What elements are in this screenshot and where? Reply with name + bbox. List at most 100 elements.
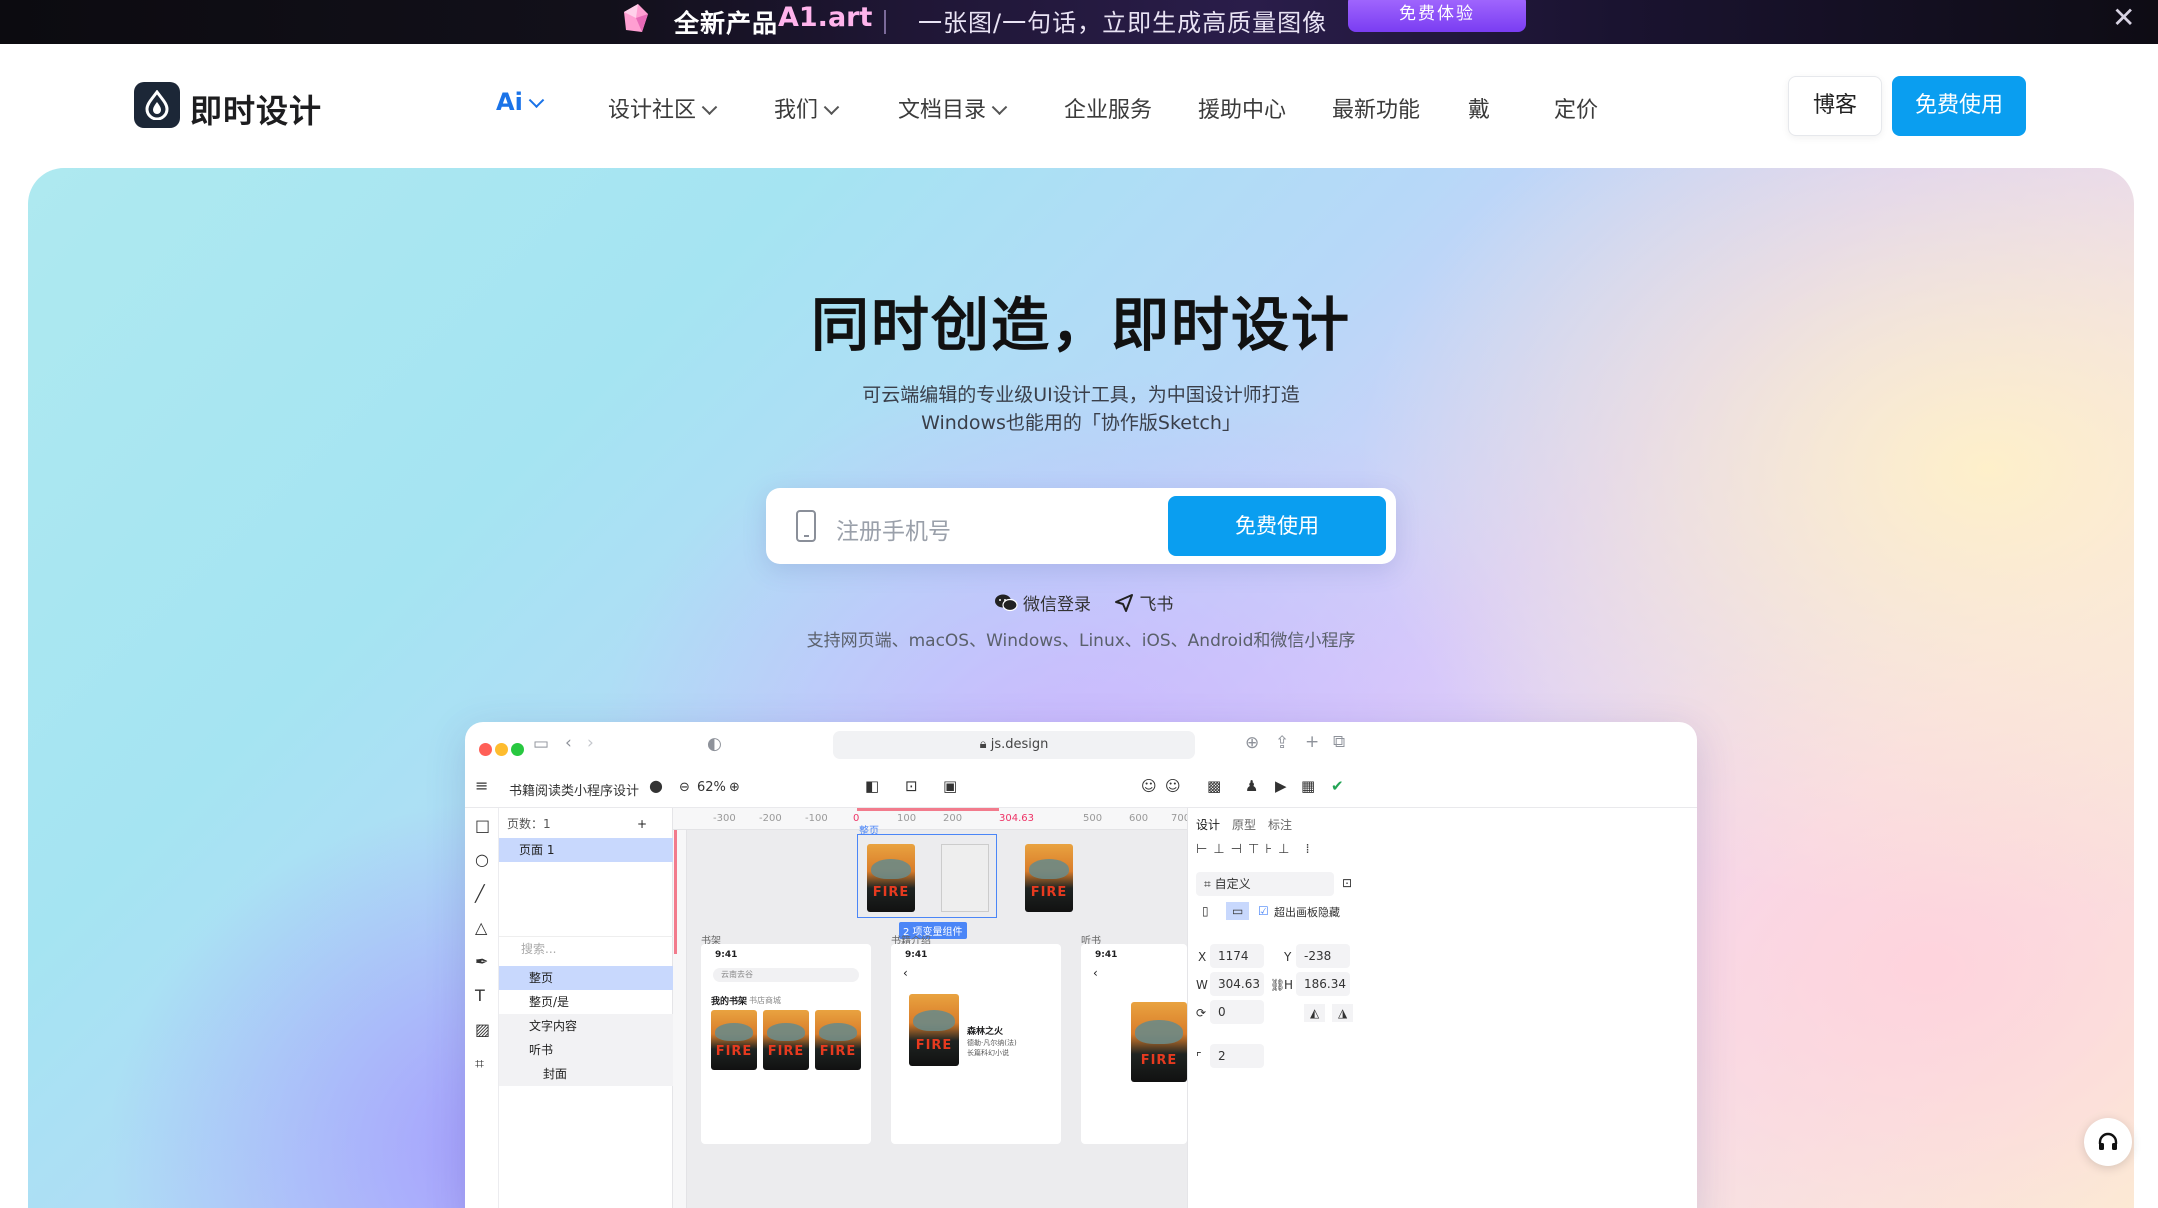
promo-try-button[interactable]: 免费体验 — [1348, 0, 1526, 32]
line-tool-icon: ╱ — [475, 884, 485, 903]
zoom-out-icon: ⊖ — [679, 780, 690, 795]
rotation-field: 0 — [1210, 1000, 1264, 1024]
polygon-tool-icon: △ — [475, 918, 488, 937]
promo-banner: 全新产品 A1.art 一张图/一句话，立即生成高质量图像 免费体验 ✕ — [0, 0, 2158, 44]
logo-icon[interactable] — [134, 82, 180, 128]
mask-icon: ⊡ — [905, 777, 918, 795]
hero-title: 同时创造，即时设计 — [810, 291, 1351, 359]
layer-search-input: 搜索... — [499, 936, 673, 960]
free-use-button[interactable]: 免费使用 — [1892, 76, 2026, 136]
tab-design: 设计 — [1196, 818, 1221, 832]
zoom-level: 62% — [697, 780, 726, 795]
layer-item: 整页 — [499, 966, 673, 990]
chevron-down-icon — [701, 99, 718, 116]
layer-item: 封面 — [499, 1062, 673, 1086]
gem-icon — [624, 4, 648, 32]
lock-icon: 🔒︎ — [979, 737, 991, 752]
hero-subtitle-line2: Windows也能用的「协作版Sketch」 — [921, 412, 1241, 434]
blog-button[interactable]: 博客 — [1788, 76, 1882, 136]
link-icon: ⛓︎ — [1270, 978, 1286, 992]
sidebar-toggle-icon: ▭ — [533, 734, 550, 754]
brand-name[interactable]: 即时设计 — [190, 86, 322, 132]
nav-item-enterprise[interactable]: 企业服务 — [1064, 92, 1152, 124]
address-bar: 🔒︎ js.design — [833, 731, 1195, 759]
check-icon: ✔ — [1331, 777, 1344, 795]
image-tool-icon: ▨ — [475, 1020, 491, 1039]
checkbox-checked-icon: ☑ — [1258, 904, 1269, 918]
nav-item-new-features[interactable]: 最新功能 — [1332, 92, 1420, 124]
landscape-icon: ▭ — [1226, 902, 1250, 920]
vertical-ruler — [673, 830, 687, 1208]
nav-item-community[interactable]: 设计社区 — [608, 92, 718, 124]
camera-icon: ▩ — [1207, 777, 1222, 795]
promo-product-name[interactable]: A1.art — [778, 2, 872, 33]
fit-icon: ⊡ — [1342, 876, 1353, 890]
promo-new-label: 全新产品 — [674, 9, 779, 38]
width-field: 304.63 — [1210, 972, 1264, 996]
tab-annotate: 标注 — [1268, 818, 1293, 832]
window-zoom-dot — [511, 743, 524, 756]
avatar: ☺ — [1165, 777, 1181, 795]
promo-tagline: 一张图/一句话，立即生成高质量图像 — [918, 9, 1328, 37]
feishu-login[interactable]: 飞书 — [1114, 590, 1173, 615]
register-submit-button[interactable]: 免费使用 — [1168, 496, 1386, 556]
file-name: 书籍阅读类小程序设计 — [509, 784, 640, 799]
platform-support-text: 支持网页端、macOS、Windows、Linux、iOS、Android和微信… — [806, 631, 1356, 651]
corner-radius-icon: ⌜ — [1196, 1050, 1202, 1064]
y-field: -238 — [1296, 944, 1350, 968]
register-box: 注册手机号 免费使用 — [766, 488, 1396, 564]
text-tool-icon: T — [475, 986, 485, 1005]
nav-item-docs[interactable]: 文档目录 — [898, 92, 1008, 124]
wechat-login[interactable]: 微信登录 — [994, 590, 1091, 615]
ellipse-tool-icon: ○ — [475, 850, 489, 869]
shield-icon: ◐ — [707, 734, 722, 754]
hero-section: 同时创造，即时设计 可云端编辑的专业级UI设计工具，为中国设计师打造 Windo… — [28, 168, 2134, 1208]
component-icon: ▣ — [943, 777, 958, 795]
theme-icon: ● — [649, 776, 663, 795]
layer-item: 整页/是 — [529, 995, 570, 1009]
tool-sidebar: □ ○ ╱ △ ✒ T ▨ ⌗ — [465, 808, 499, 1208]
tabs-icon: ⧉ — [1333, 732, 1346, 752]
clip-content-label: 超出画板隐藏 — [1274, 906, 1340, 919]
menu-icon: ≡ — [475, 776, 489, 795]
avatar: ☺ — [1141, 777, 1157, 795]
book-cover: FIRE — [1025, 844, 1073, 912]
login-options: 微信登录 飞书 — [994, 590, 1173, 618]
phone-icon — [796, 510, 816, 542]
download-icon: ⊕ — [1245, 733, 1260, 753]
promo-divider — [884, 10, 886, 34]
nav-item-pricing[interactable]: 定价 — [1554, 92, 1598, 124]
bookshelf-screen: 9:41 云南去谷 我的书架 书店商城 FIRE FIRE FIRE — [701, 944, 871, 1144]
back-icon: ‹ — [565, 733, 572, 753]
layer-item: 文字内容 — [499, 1014, 673, 1038]
horizontal-ruler: -300 -200 -100 0 100 200 304.63 500 600 … — [673, 808, 1190, 830]
nav-item-about[interactable]: 我们 — [774, 92, 840, 124]
x-field: 1174 — [1210, 944, 1264, 968]
nav-item-ai[interactable]: Ai — [496, 88, 545, 116]
chevron-down-icon — [823, 99, 840, 116]
hero-subtitle-line1: 可云端编辑的专业级UI设计工具，为中国设计师打造 — [862, 384, 1300, 406]
layers-panel: 页数：1 + 页面 1 搜索... 整页 整页/是 文字内容 听书 封面 — [499, 808, 673, 1208]
chevron-down-icon — [991, 99, 1008, 116]
wechat-icon — [995, 594, 1018, 611]
close-icon[interactable]: ✕ — [2112, 4, 2135, 32]
chevron-down-icon — [528, 92, 545, 109]
nav-item-dai[interactable]: 戴 — [1468, 92, 1490, 124]
audiobook-screen: 9:41 ‹ FIRE — [1081, 944, 1187, 1144]
rectangle-tool-icon: □ — [475, 816, 491, 835]
flip-vertical-icon: ◮ — [1332, 1004, 1354, 1022]
selection-label: 整页 — [859, 826, 879, 837]
nav-item-help[interactable]: 援助中心 — [1198, 92, 1286, 124]
phone-input[interactable]: 注册手机号 — [836, 512, 951, 546]
height-field: 186.34 — [1296, 972, 1350, 996]
page-item: 页面 1 — [499, 838, 673, 862]
window-minimize-dot — [495, 743, 508, 756]
support-button[interactable] — [2084, 1118, 2132, 1166]
editor-toolbar: ≡ 书籍阅读类小程序设计 ● ⊖ 62% ⊕ ◧ ⊡ ▣ ☺ ☺ ▩ ♟ ▶ ▦… — [465, 766, 1697, 808]
new-tab-icon: + — [1305, 732, 1320, 752]
properties-panel: 设计 原型 标注 ⊢⊥⊣⊤⊦⊥ ⁞ ⌗ 自定义 ⊡ ▯ ▭ ☑ 超出画板隐藏 X… — [1187, 808, 1361, 1208]
portrait-icon: ▯ — [1202, 904, 1209, 918]
book-cover-alt — [941, 844, 989, 912]
tab-prototype: 原型 — [1232, 818, 1257, 832]
boolean-icon: ◧ — [865, 777, 880, 795]
